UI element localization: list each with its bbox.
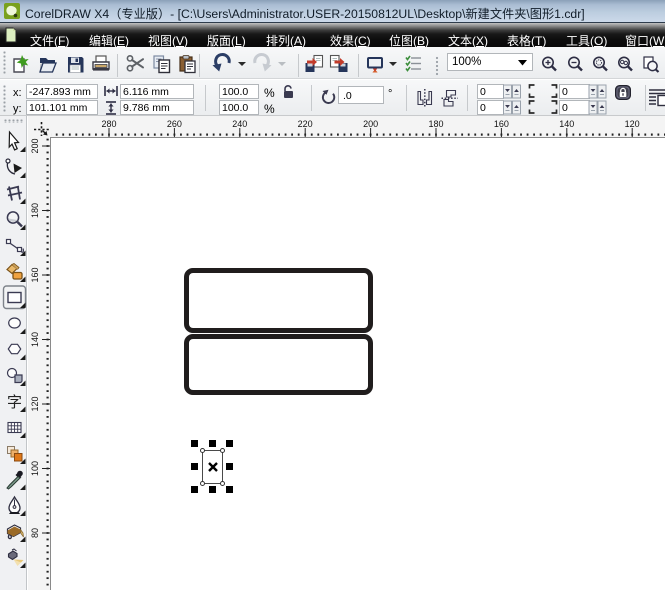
- svg-text:140: 140: [559, 119, 574, 129]
- svg-text:160: 160: [494, 119, 509, 129]
- svg-text:180: 180: [30, 203, 40, 218]
- svg-text:260: 260: [167, 119, 182, 129]
- svg-text:180: 180: [428, 119, 443, 129]
- svg-text:80: 80: [30, 528, 40, 538]
- svg-text:200: 200: [363, 119, 378, 129]
- svg-text:200: 200: [30, 138, 40, 153]
- svg-text:字: 字: [7, 394, 22, 411]
- svg-text:120: 120: [625, 119, 640, 129]
- svg-text:240: 240: [232, 119, 247, 129]
- svg-text:280: 280: [101, 119, 116, 129]
- svg-text:160: 160: [30, 267, 40, 282]
- svg-text:100: 100: [30, 461, 40, 476]
- svg-text:120: 120: [30, 396, 40, 411]
- svg-text:140: 140: [30, 332, 40, 347]
- svg-text:220: 220: [298, 119, 313, 129]
